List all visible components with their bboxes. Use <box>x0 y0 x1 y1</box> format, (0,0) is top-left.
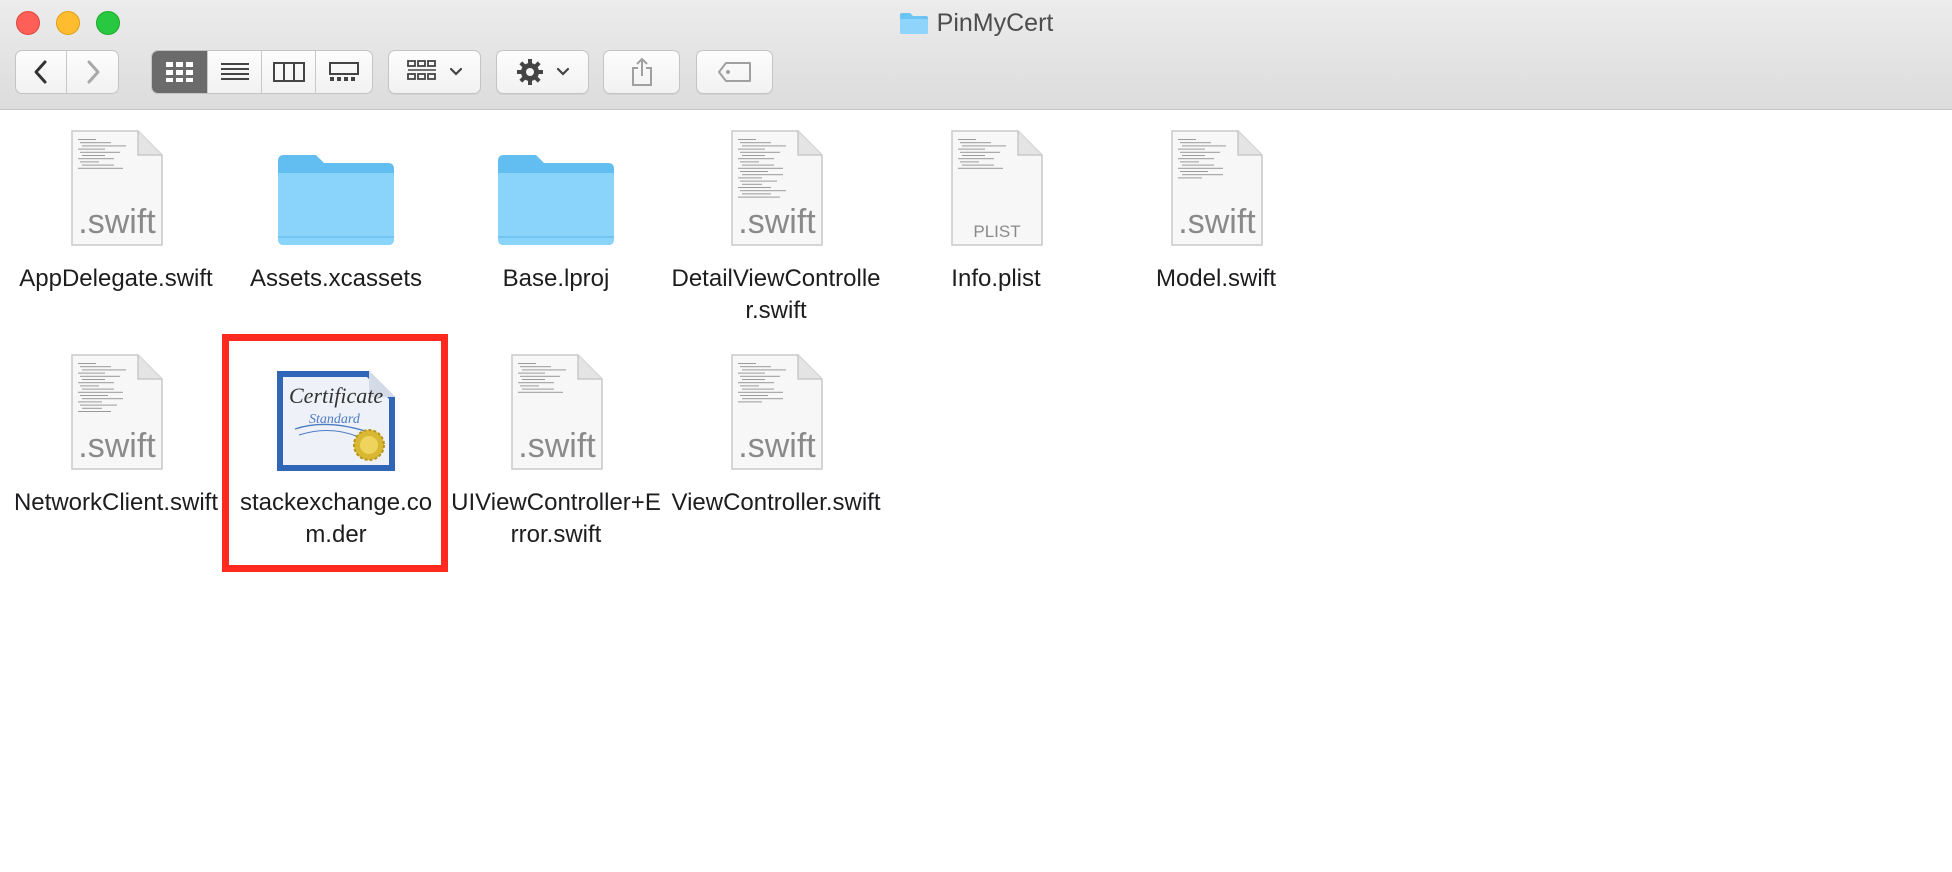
file-icon-container: .swift <box>1106 129 1326 249</box>
list-view-icon <box>220 63 249 80</box>
file-icon-container: .swift <box>446 353 666 473</box>
file-name-label: Assets.xcassets <box>249 265 423 292</box>
file-icon-container <box>446 129 666 249</box>
file-icon-container: PLIST <box>886 129 1106 249</box>
swift-document-icon: .swift <box>1171 130 1263 246</box>
file-icon-container: .swift <box>666 353 886 473</box>
file-extension-label: .swift <box>738 203 816 241</box>
folder-icon <box>278 155 394 245</box>
swift-document-icon: .swift <box>511 354 603 470</box>
chevron-right-icon <box>87 60 99 84</box>
file-item[interactable]: .swift AppDelegate.swift <box>6 129 226 295</box>
gallery-view-icon <box>329 62 359 81</box>
folder-icon <box>899 13 928 34</box>
column-view-icon <box>272 62 305 82</box>
icon-view-button[interactable] <box>152 51 208 93</box>
file-extension-label: .swift <box>1178 203 1256 241</box>
file-name-label: NetworkClient.swift <box>13 489 219 516</box>
navigation-buttons <box>15 50 119 94</box>
view-mode-selector <box>151 50 373 94</box>
file-item[interactable]: .swift UIViewController+Error.swift <box>446 353 666 551</box>
file-extension-label: .swift <box>738 427 816 465</box>
file-icon-container: .swift <box>6 129 226 249</box>
file-item[interactable]: .swift Model.swift <box>1106 129 1326 295</box>
file-browser-area[interactable]: .swift AppDelegate.swift Assets.xcassets Ba… <box>0 111 1952 872</box>
list-view-button[interactable] <box>208 51 262 93</box>
file-icon-container: .swift <box>6 353 226 473</box>
group-by-button[interactable] <box>388 50 481 94</box>
file-item[interactable]: Assets.xcassets <box>226 129 446 295</box>
file-item[interactable]: .swift NetworkClient.swift <box>6 353 226 519</box>
window-title: PinMyCert <box>936 8 1054 37</box>
action-menu-button[interactable] <box>496 50 589 94</box>
file-name-label: AppDelegate.swift <box>19 265 213 292</box>
tag-button[interactable] <box>696 50 773 94</box>
file-item[interactable]: .swift ViewController.swift <box>666 353 886 519</box>
selection-highlight <box>222 334 448 572</box>
chevron-down-icon <box>449 67 462 76</box>
file-name-label: Base.lproj <box>502 265 610 292</box>
file-extension-label: .swift <box>78 203 156 241</box>
icon-view-icon <box>165 62 193 82</box>
file-extension-label: .swift <box>518 427 596 465</box>
window-title-area: PinMyCert <box>0 8 1952 38</box>
tag-icon <box>717 62 751 82</box>
share-icon <box>631 57 652 86</box>
file-name-label: Model.swift <box>1155 265 1277 292</box>
file-icon-container: .swift <box>666 129 886 249</box>
file-item[interactable]: Base.lproj <box>446 129 666 295</box>
file-name-label: ViewController.swift <box>671 489 881 516</box>
file-name-label: UIViewController+Error.swift <box>451 489 661 548</box>
file-extension-label: PLIST <box>973 222 1020 241</box>
chevron-left-icon <box>34 60 47 84</box>
file-name-label: DetailViewController.swift <box>671 265 881 324</box>
file-name-label: Info.plist <box>951 265 1041 292</box>
chevron-down-icon <box>556 67 569 76</box>
swift-document-icon: .swift <box>71 354 163 470</box>
file-icon-container <box>226 129 446 249</box>
gallery-view-button[interactable] <box>316 51 372 93</box>
share-button[interactable] <box>603 50 680 94</box>
back-button[interactable] <box>16 51 67 93</box>
group-by-icon <box>406 60 436 80</box>
swift-document-icon: .swift <box>731 354 823 470</box>
plist-document-icon: PLIST <box>951 130 1043 246</box>
folder-icon <box>498 155 614 245</box>
swift-document-icon: .swift <box>731 130 823 246</box>
forward-button[interactable] <box>67 51 118 93</box>
gear-icon <box>516 59 543 85</box>
swift-document-icon: .swift <box>71 130 163 246</box>
file-item[interactable]: PLIST Info.plist <box>886 129 1106 295</box>
column-view-button[interactable] <box>262 51 316 93</box>
file-extension-label: .swift <box>78 427 156 465</box>
window-toolbar: PinMyCert <box>0 0 1952 110</box>
file-item[interactable]: .swift DetailViewController.swift <box>666 129 886 327</box>
